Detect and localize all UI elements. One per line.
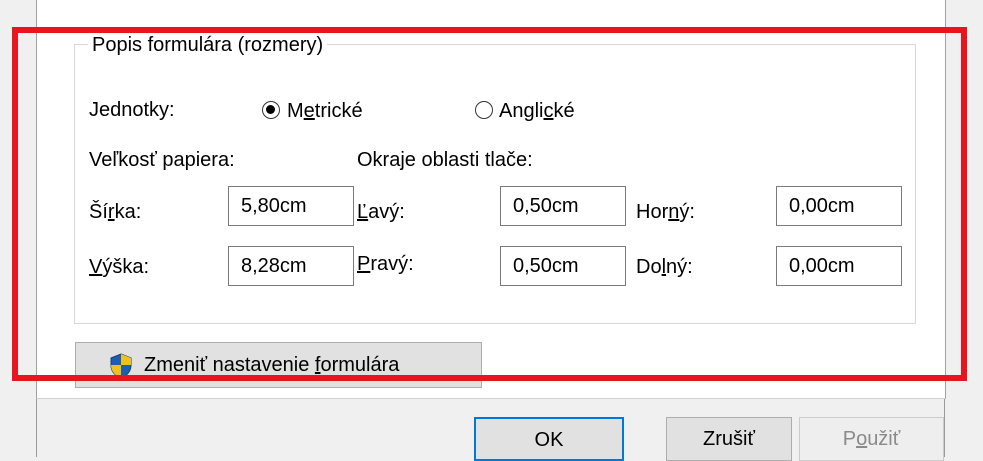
- width-input[interactable]: 5,80cm: [228, 186, 354, 226]
- english-radio-label[interactable]: Anglické: [499, 98, 575, 124]
- bottom-margin-input[interactable]: 0,00cm: [776, 246, 902, 286]
- paper-size-label: Veľkosť papiera:: [89, 149, 235, 171]
- right-margin-input[interactable]: 0,50cm: [500, 246, 626, 286]
- units-label: Jednotky:: [89, 99, 175, 121]
- width-label: Šírka:: [89, 201, 142, 223]
- height-label: Výška:: [89, 256, 150, 278]
- print-margins-label: Okraje oblasti tlače:: [357, 149, 533, 171]
- metric-radio-label[interactable]: Metrické: [287, 98, 363, 124]
- metric-radio[interactable]: [262, 101, 280, 119]
- change-form-settings-label: Zmeniť nastavenie formulára: [144, 354, 400, 376]
- left-margin-input[interactable]: 0,50cm: [500, 186, 626, 226]
- english-radio[interactable]: [475, 101, 493, 119]
- radio-selected-dot: [266, 105, 275, 114]
- top-margin-label: Horný:: [636, 201, 695, 223]
- group-title: Popis formulára (rozmery): [88, 32, 328, 58]
- cancel-button[interactable]: Zrušiť: [666, 417, 792, 461]
- height-input[interactable]: 8,28cm: [228, 246, 354, 286]
- bottom-margin-label: Dolný:: [636, 256, 693, 278]
- right-margin-label: Pravý:: [357, 253, 414, 275]
- apply-button[interactable]: Použiť: [799, 417, 944, 461]
- top-margin-input[interactable]: 0,00cm: [776, 186, 902, 226]
- change-form-settings-button[interactable]: Zmeniť nastavenie formulára: [75, 342, 482, 388]
- left-margin-label: Ľavý:: [357, 201, 405, 223]
- ok-button[interactable]: OK: [474, 417, 624, 461]
- uac-shield-icon: [110, 353, 132, 379]
